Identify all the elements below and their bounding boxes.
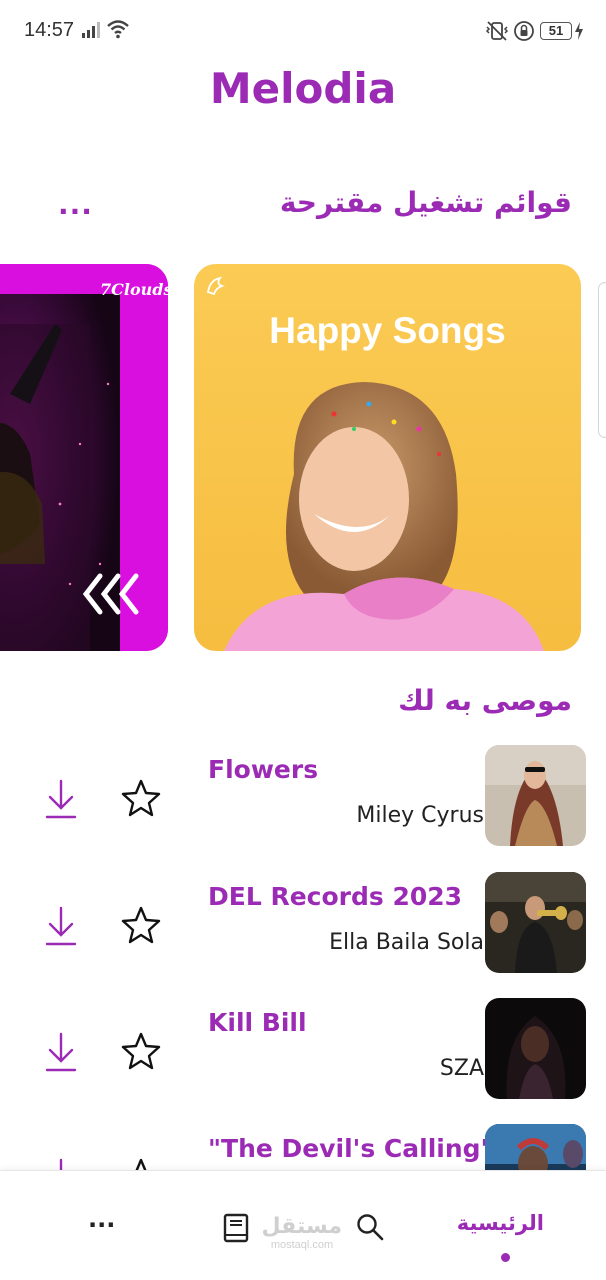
song-thumbnail[interactable]: [485, 745, 586, 846]
book-icon[interactable]: [222, 1213, 250, 1243]
song-artist: SZA: [439, 1056, 484, 1081]
song-title[interactable]: Flowers: [208, 755, 318, 784]
star-icon[interactable]: [121, 906, 161, 944]
song-thumbnail[interactable]: [485, 998, 586, 1099]
nav-more-button[interactable]: ...: [88, 1207, 116, 1231]
song-thumbnail[interactable]: [485, 872, 586, 973]
song-title[interactable]: DEL Records 2023: [208, 882, 462, 911]
vibrate-icon: [485, 21, 509, 41]
download-icon[interactable]: [44, 906, 78, 946]
download-icon[interactable]: [44, 1032, 78, 1072]
star-icon[interactable]: [121, 1032, 161, 1070]
song-row[interactable]: Flowers Miley Cyrus: [0, 745, 606, 855]
active-tab-indicator: [501, 1253, 510, 1262]
recommended-section-title: موصى به لك: [398, 684, 572, 717]
signal-icon: [82, 22, 100, 38]
watermark-latin: mostaql.com: [270, 1239, 334, 1251]
star-icon[interactable]: [121, 779, 161, 817]
nav-home-tab[interactable]: الرئيسية: [457, 1211, 544, 1235]
song-title[interactable]: "The Devil's Calling": [208, 1134, 494, 1163]
scroll-handle[interactable]: [598, 282, 606, 438]
7clouds-logo-text: 7Clouds: [100, 280, 168, 299]
song-row[interactable]: DEL Records 2023 Ella Baila Sola: [0, 872, 606, 982]
song-artist: Miley Cyrus: [356, 803, 484, 828]
playlist-card-7clouds[interactable]: 7Clouds: [0, 264, 168, 651]
bottom-navigation: ... مستقل mostaql.com الرئيسية: [0, 1170, 606, 1280]
happy-songs-cover-photo: [224, 382, 544, 651]
battery-indicator: 51: [540, 22, 572, 40]
wifi-icon: [107, 20, 129, 39]
mostaql-watermark: مستقل mostaql.com: [262, 1215, 342, 1255]
song-artist: Ella Baila Sola: [329, 930, 484, 955]
song-title[interactable]: Kill Bill: [208, 1008, 307, 1037]
charging-icon: [575, 22, 583, 40]
download-icon[interactable]: [44, 779, 78, 819]
app-title: Melodia: [209, 64, 397, 113]
playlists-section-title: قوائم تشغيل مقترحة: [279, 186, 572, 219]
playlists-more-button[interactable]: ...: [58, 190, 98, 220]
status-time: 14:57: [24, 19, 75, 41]
status-bar: 14:57 51: [0, 0, 606, 62]
search-icon[interactable]: [356, 1213, 384, 1241]
song-row[interactable]: Kill Bill SZA: [0, 998, 606, 1108]
chevrons-left-icon: [82, 573, 139, 615]
playlist-card-happy-songs[interactable]: Happy Songs: [194, 264, 581, 651]
rotation-lock-icon: [514, 21, 534, 41]
watermark-arabic: مستقل: [261, 1214, 342, 1239]
